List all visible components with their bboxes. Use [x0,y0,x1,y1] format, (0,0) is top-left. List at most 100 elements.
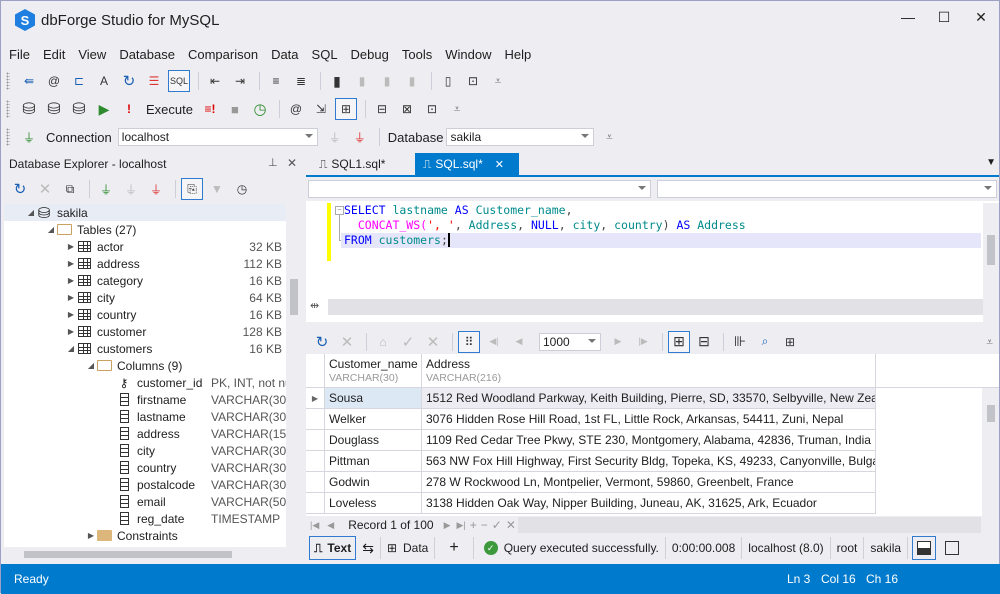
tree-node-table-customers[interactable]: ◢ customers 16 KB [4,340,286,357]
overflow-icon[interactable]: ⩡ [446,98,468,120]
run-icon[interactable]: ▶ [93,98,115,120]
last-page-icon[interactable]: |▶ [632,331,654,353]
cell-customer-name[interactable]: Douglass [325,430,422,450]
card-view-icon[interactable]: ⊟ [693,331,715,353]
db-edit-icon[interactable]: ⛁ [18,98,40,120]
cell-address[interactable]: 1109 Red Cedar Tree Pkwy, STE 230, Montg… [422,430,876,450]
clear-icon[interactable]: ☰ [143,70,165,92]
indent-icon[interactable]: ⇥ [229,70,251,92]
scroll-thumb[interactable] [987,405,995,422]
text-view-button[interactable]: ⎍ Text [309,536,357,560]
collapse-region-icon[interactable]: − [335,206,344,215]
document-icon[interactable]: ▯ [437,70,459,92]
tree-node-table[interactable]: ▶ city 64 KB [4,289,286,306]
scroll-thumb[interactable] [987,235,995,265]
connection-select[interactable]: localhost [117,128,318,146]
case-icon[interactable]: A [93,70,115,92]
tree-node-tables-folder[interactable]: ◢ Tables (27) [4,221,286,238]
tree-node-columns-folder[interactable]: ◢ Columns (9) [4,357,286,374]
cell-customer-name[interactable]: Welker [325,409,422,429]
bookmark-icon[interactable]: ▮ [326,70,348,92]
table-row[interactable]: Douglass 1109 Red Cedar Tree Pkwy, STE 23… [306,430,876,451]
prev-page-icon[interactable]: ◀ [508,331,530,353]
grid-horizontal-scrollbar[interactable] [518,517,981,533]
tree-node-table[interactable]: ▶ customer 128 KB [4,323,286,340]
tree-node-column[interactable]: lastname VARCHAR(30), [4,408,286,425]
toolbar-grip[interactable] [6,100,10,118]
tree-node-constraints-folder[interactable]: ▶ Constraints [4,527,286,544]
pin-icon[interactable]: ⊥ [268,156,278,169]
cell-address[interactable]: 3076 Hidden Rose Hill Road, 1st FL, Litt… [422,409,876,429]
split-icon[interactable]: ⇹ [310,299,319,312]
menu-edit[interactable]: Edit [43,47,65,62]
object-select[interactable] [308,180,651,198]
schema-icon[interactable]: ⊟ [371,98,393,120]
minimize-button[interactable]: — [893,7,923,27]
cell-address[interactable]: 1512 Red Woodland Parkway, Keith Buildin… [422,388,876,408]
apply-changes-icon[interactable]: ⌂ [372,331,394,353]
save-record-icon[interactable]: ✓ [492,518,502,532]
uncomment-icon[interactable]: ≣ [290,70,312,92]
tabs-dropdown-icon[interactable]: ▼ [986,157,996,168]
cell-customer-name[interactable]: Godwin [325,472,422,492]
disconnect-icon[interactable]: ⏚ [145,178,167,200]
outdent-icon[interactable]: ⇤ [204,70,226,92]
expanded-arrow-icon[interactable]: ◢ [66,344,76,353]
menu-view[interactable]: View [78,47,106,62]
execute-current-icon[interactable]: ≡! [199,98,221,120]
schedule-icon[interactable]: ◷ [231,178,253,200]
table-row[interactable]: Welker 3076 Hidden Rose Hill Road, 1st FL… [306,409,876,430]
grid-view-icon[interactable]: ⊞ [668,330,690,353]
export-data-icon[interactable]: ⊞ [779,331,801,353]
rollback-icon[interactable]: ✕ [422,331,444,353]
comment-icon[interactable]: ≡ [265,70,287,92]
data-view-button[interactable]: ⊞ Data [381,537,436,559]
explorer-horizontal-scrollbar[interactable] [4,547,286,561]
collapsed-arrow-icon[interactable]: ▶ [66,259,76,268]
tree-node-column[interactable]: email VARCHAR(50) [4,493,286,510]
commit-icon[interactable]: ✓ [397,331,419,353]
menu-database[interactable]: Database [119,47,175,62]
cell-address[interactable]: 278 W Rockwood Ln, Montpelier, Vermont, … [422,472,876,492]
fetch-all-icon[interactable]: ⠿ [458,330,480,353]
collapsed-arrow-icon[interactable]: ▶ [86,531,96,540]
menu-data[interactable]: Data [271,47,298,62]
connect-icon[interactable]: ⏚ [120,178,142,200]
export-icon[interactable]: ⇲ [310,98,332,120]
new-connection-icon[interactable]: ⏚ [95,178,117,200]
grid-vertical-scrollbar[interactable] [982,388,999,516]
table-row[interactable]: Pittman 563 NW Fox Hill Highway, First Se… [306,451,876,472]
find-icon[interactable]: ⌕ [754,331,776,353]
stop-icon[interactable]: ■ [224,98,246,120]
tree-node-column[interactable]: address VARCHAR(150) [4,425,286,442]
collapsed-arrow-icon[interactable]: ▶ [66,310,76,319]
last-record-icon[interactable]: ▶| [457,520,466,531]
sql-check-icon[interactable]: SQL [168,70,190,92]
add-record-icon[interactable]: + [470,518,477,532]
sql-code[interactable]: SELECT lastname AS Customer_name, CONCAT… [344,203,746,248]
add-tab-icon[interactable]: + [435,537,474,559]
tree-node-table[interactable]: ▶ country 16 KB [4,306,286,323]
tree-node-table[interactable]: ▶ actor 32 KB [4,238,286,255]
swap-icon[interactable]: ⇆ [356,537,381,559]
delete-icon[interactable]: ✕ [34,178,56,200]
db-refresh-icon[interactable]: ⛁ [43,98,65,120]
cell-customer-name[interactable]: Sousa [325,388,422,408]
member-select[interactable] [656,180,997,198]
editor-horizontal-scrollbar[interactable] [328,299,983,315]
close-tab-icon[interactable]: ✕ [495,158,504,171]
execute-icon[interactable]: ! [118,98,140,120]
format-icon[interactable]: ⇚ [18,70,40,92]
menu-file[interactable]: File [9,47,30,62]
tree-node-column[interactable]: country VARCHAR(30), [4,459,286,476]
refresh-icon[interactable]: ↻ [311,331,333,353]
collapsed-arrow-icon[interactable]: ▶ [66,242,76,251]
collapsed-arrow-icon[interactable]: ▶ [66,276,76,285]
table-row[interactable]: Godwin 278 W Rockwood Ln, Montpelier, Ver… [306,472,876,493]
profiler-icon[interactable]: ⊠ [396,98,418,120]
prev-record-icon[interactable]: ◀ [327,520,334,531]
cancel-record-icon[interactable]: ✕ [506,518,516,532]
menu-comparison[interactable]: Comparison [188,47,258,62]
cell-address[interactable]: 3138 Hidden Oak Way, Nipper Building, Ju… [422,493,876,513]
execute-button[interactable]: Execute [146,102,193,117]
